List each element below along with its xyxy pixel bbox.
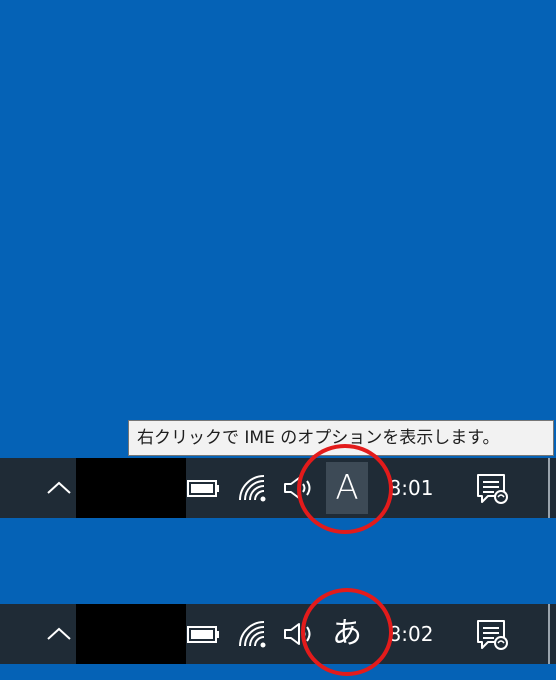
clock-time: 8:01 — [388, 476, 434, 500]
wifi-icon[interactable] — [236, 472, 270, 504]
battery-icon[interactable] — [186, 476, 222, 500]
show-desktop-edge[interactable] — [548, 604, 550, 664]
notification-icon[interactable] — [474, 472, 510, 506]
chevron-up-icon[interactable] — [44, 476, 74, 500]
ime-tooltip: 右クリックで IME のオプションを表示します。 — [128, 420, 554, 456]
ime-mode-label: A — [335, 468, 359, 508]
clock[interactable]: 8:02 — [376, 604, 446, 664]
clock-time: 8:02 — [388, 622, 434, 646]
tooltip-text: 右クリックで IME のオプションを表示します。 — [137, 428, 500, 448]
wifi-icon[interactable] — [236, 618, 270, 650]
ime-mode-button[interactable]: A — [326, 462, 368, 514]
volume-icon[interactable] — [282, 620, 314, 648]
chevron-up-icon[interactable] — [44, 622, 74, 646]
ime-mode-button[interactable]: あ — [326, 608, 368, 660]
clock[interactable]: 8:01 — [376, 458, 446, 518]
battery-icon[interactable] — [186, 622, 222, 646]
taskbar-top: A 8:01 — [0, 458, 556, 518]
redacted-area — [76, 458, 186, 518]
volume-icon[interactable] — [282, 474, 314, 502]
notification-icon[interactable] — [474, 618, 510, 652]
ime-mode-label: あ — [332, 616, 362, 651]
taskbar-bottom: あ 8:02 — [0, 604, 556, 664]
redacted-area — [76, 604, 186, 664]
show-desktop-edge[interactable] — [548, 458, 550, 518]
